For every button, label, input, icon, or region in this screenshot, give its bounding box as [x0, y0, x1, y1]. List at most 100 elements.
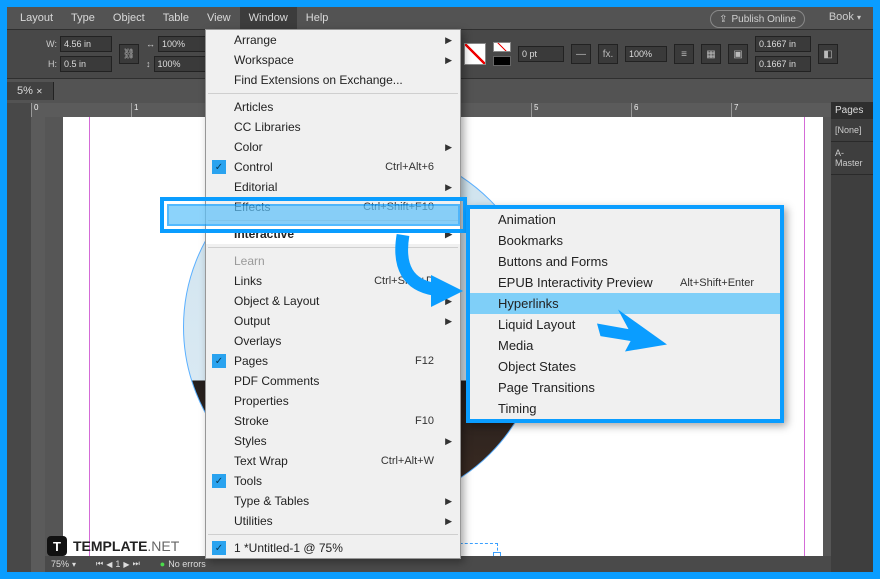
- window-menu-item[interactable]: Arrange▶: [206, 30, 460, 50]
- height-field[interactable]: [60, 56, 112, 72]
- menu-type[interactable]: Type: [62, 7, 104, 29]
- menu-item-label: Output: [234, 314, 270, 328]
- vertical-ruler: [31, 117, 45, 572]
- publish-online-button[interactable]: ⇪ Publish Online: [710, 10, 805, 28]
- menu-shortcut: Alt+Shift+Enter: [680, 277, 754, 289]
- interactive-submenu-item[interactable]: Timing: [470, 398, 780, 419]
- menu-item-label: Stroke: [234, 414, 269, 428]
- menu-item-label: Utilities: [234, 514, 273, 528]
- window-menu-item[interactable]: Find Extensions on Exchange...: [206, 70, 460, 90]
- app-window: Layout Type Object Table View Window Hel…: [7, 7, 873, 572]
- menu-item-label: Interactive: [234, 227, 294, 241]
- check-icon: ✓: [212, 160, 226, 174]
- stroke-style-icon[interactable]: —: [571, 44, 591, 64]
- menu-item-label: Animation: [498, 212, 556, 227]
- menu-help[interactable]: Help: [297, 7, 338, 29]
- window-menu-item[interactable]: Color▶: [206, 137, 460, 157]
- menu-shortcut: Ctrl+Alt+W: [381, 455, 434, 467]
- workspace-switcher[interactable]: Book ▾: [829, 11, 861, 23]
- menu-item-label: EPUB Interactivity Preview: [498, 275, 653, 290]
- menu-item-label: Object & Layout: [234, 294, 319, 308]
- stroke-weight-field[interactable]: [518, 46, 564, 62]
- window-menu-item[interactable]: StrokeF10: [206, 411, 460, 431]
- interactive-submenu-item[interactable]: Bookmarks: [470, 230, 780, 251]
- interactive-submenu-item[interactable]: Page Transitions: [470, 377, 780, 398]
- fill-swatch[interactable]: [464, 43, 486, 65]
- menu-item-label: Color: [234, 140, 263, 154]
- window-menu-item[interactable]: Properties: [206, 391, 460, 411]
- menu-object[interactable]: Object: [104, 7, 154, 29]
- window-menu-item[interactable]: Editorial▶: [206, 177, 460, 197]
- interactive-submenu-item[interactable]: Liquid Layout: [470, 314, 780, 335]
- status-preflight[interactable]: ● No errors: [160, 559, 206, 569]
- submenu-arrow-icon: ▶: [445, 229, 452, 240]
- window-menu-item[interactable]: Workspace▶: [206, 50, 460, 70]
- menu-item-label: Links: [234, 274, 262, 288]
- window-menu-item[interactable]: Overlays: [206, 331, 460, 351]
- window-menu-item[interactable]: Utilities▶: [206, 511, 460, 531]
- menu-item-label: Tools: [234, 474, 262, 488]
- window-menu-item: Learn: [206, 251, 460, 271]
- menu-item-label: Learn: [234, 254, 265, 268]
- interactive-submenu-item[interactable]: Buttons and Forms: [470, 251, 780, 272]
- pages-item-none[interactable]: [None]: [831, 119, 873, 142]
- publish-label: Publish Online: [732, 14, 796, 25]
- gap-field-2[interactable]: [755, 56, 811, 72]
- check-icon: ✓: [212, 474, 226, 488]
- pages-item-master[interactable]: A-Master: [831, 142, 873, 175]
- wrap-icon[interactable]: ▦: [701, 44, 721, 64]
- scale-x-icon: ↔: [146, 39, 155, 49]
- window-menu-item[interactable]: ✓PagesF12: [206, 351, 460, 371]
- interactive-submenu-item[interactable]: Hyperlinks: [470, 293, 780, 314]
- menu-layout[interactable]: Layout: [11, 7, 62, 29]
- submenu-arrow-icon: ▶: [445, 436, 452, 447]
- menu-view[interactable]: View: [198, 7, 240, 29]
- pages-panel-tab[interactable]: Pages: [831, 102, 873, 119]
- menu-item-label: Overlays: [234, 334, 281, 348]
- submenu-arrow-icon: ▶: [445, 182, 452, 193]
- window-menu-item[interactable]: Interactive ▶: [206, 224, 460, 244]
- scale-x-field[interactable]: [158, 36, 210, 52]
- window-menu-item[interactable]: Styles▶: [206, 431, 460, 451]
- corner-icon[interactable]: ◧: [818, 44, 838, 64]
- window-menu-item[interactable]: ✓ Tools: [206, 471, 460, 491]
- window-menu-item[interactable]: Text WrapCtrl+Alt+W: [206, 451, 460, 471]
- status-page[interactable]: ⏮◀ 1 ▶⏭: [96, 559, 140, 569]
- menu-item-label: 1 *Untitled-1 @ 75%: [234, 541, 343, 555]
- scale-y-field[interactable]: [154, 56, 206, 72]
- interactive-submenu: AnimationBookmarksButtons and FormsEPUB …: [466, 205, 784, 423]
- opacity-field[interactable]: [625, 46, 667, 62]
- menu-item-label: Object States: [498, 359, 576, 374]
- interactive-submenu-item[interactable]: EPUB Interactivity Preview Alt+Shift+Ente…: [470, 272, 780, 293]
- window-menu-item[interactable]: Articles: [206, 97, 460, 117]
- frame-fit-icon[interactable]: ▣: [728, 44, 748, 64]
- interactive-submenu-item[interactable]: Media: [470, 335, 780, 356]
- window-menu-item[interactable]: PDF Comments: [206, 371, 460, 391]
- menu-item-label: Hyperlinks: [498, 296, 559, 311]
- menu-table[interactable]: Table: [154, 7, 198, 29]
- width-field[interactable]: [60, 36, 112, 52]
- window-menu-item[interactable]: Object & Layout▶: [206, 291, 460, 311]
- stroke-swatch-2[interactable]: [493, 56, 511, 66]
- fx-button[interactable]: fx.: [598, 44, 618, 64]
- window-menu-item[interactable]: ✓ControlCtrl+Alt+6: [206, 157, 460, 177]
- window-menu-item[interactable]: ✓1 *Untitled-1 @ 75%: [206, 538, 460, 558]
- window-menu-item[interactable]: EffectsCtrl+Shift+F10: [206, 197, 460, 217]
- menu-item-label: Workspace: [234, 53, 294, 67]
- document-tabs: 5% ✕: [7, 79, 54, 103]
- window-menu-item[interactable]: Output▶: [206, 311, 460, 331]
- gap-field-1[interactable]: [755, 36, 811, 52]
- interactive-submenu-item[interactable]: Object States: [470, 356, 780, 377]
- menu-item-label: Control: [234, 160, 273, 174]
- status-zoom[interactable]: 75% ▾: [51, 559, 76, 569]
- menu-window[interactable]: Window: [240, 7, 297, 29]
- tab-zoom-label[interactable]: 5% ✕: [7, 82, 54, 100]
- window-menu-item[interactable]: Type & Tables▶: [206, 491, 460, 511]
- window-menu-item[interactable]: LinksCtrl+Shift+D: [206, 271, 460, 291]
- interactive-submenu-item[interactable]: Animation: [470, 209, 780, 230]
- link-wh-icon[interactable]: ⛓: [119, 44, 139, 64]
- window-menu-item[interactable]: CC Libraries: [206, 117, 460, 137]
- tool-panel[interactable]: [7, 103, 31, 572]
- stroke-swatch[interactable]: [493, 42, 511, 52]
- align-icon[interactable]: ≡: [674, 44, 694, 64]
